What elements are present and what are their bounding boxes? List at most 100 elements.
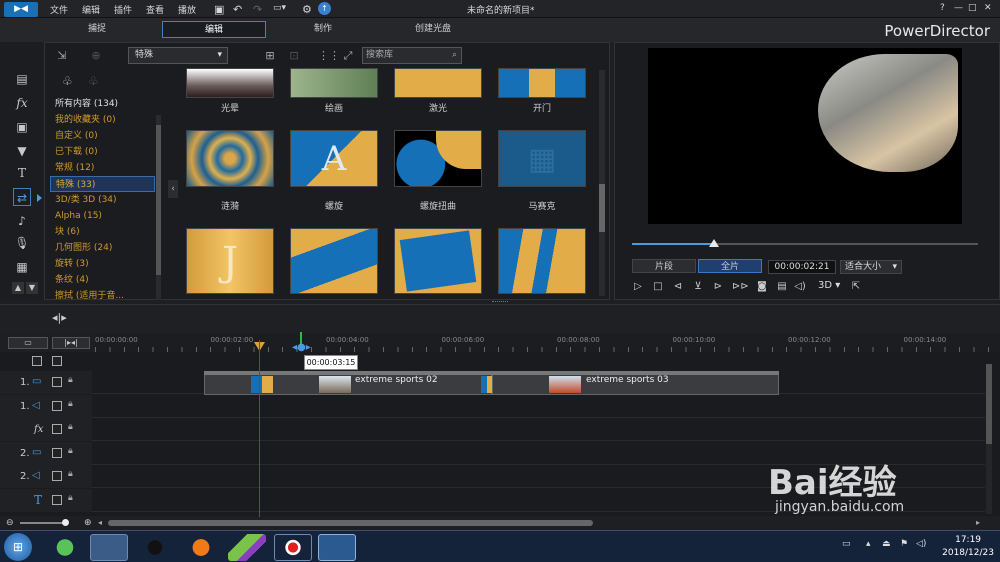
lock-icon[interactable]: 🔒︎ xyxy=(68,422,78,434)
import-icon[interactable]: ⇲ xyxy=(54,48,70,64)
menu-file[interactable]: 文件 xyxy=(50,3,68,16)
clip-mode-button[interactable]: 片段 xyxy=(632,259,696,273)
all-tracks-checkbox-2[interactable] xyxy=(52,356,62,366)
storyboard-button[interactable]: |▸◂| xyxy=(52,337,90,349)
lock-icon[interactable]: 🔒︎ xyxy=(68,399,78,411)
category-item[interactable]: 旋转 (3) xyxy=(50,256,155,272)
volume-icon[interactable]: ◁) xyxy=(794,281,806,293)
category-item[interactable]: 所有内容 (134) xyxy=(50,96,155,112)
upgrade-icon[interactable]: ↑ xyxy=(318,2,331,15)
category-item[interactable]: 条纹 (4) xyxy=(50,272,155,288)
effects-scrollbar[interactable] xyxy=(599,70,605,296)
category-item[interactable]: Alpha (15) xyxy=(50,208,155,224)
maximize-button[interactable]: □ xyxy=(968,3,977,13)
minimize-button[interactable]: — xyxy=(954,3,963,13)
play-icon[interactable]: ▷ xyxy=(632,281,644,293)
menu-plugins[interactable]: 插件 xyxy=(114,3,132,16)
timeline-fit-icon[interactable]: ◂|▸ xyxy=(52,311,67,324)
effect-thumb-painting[interactable] xyxy=(290,68,378,98)
undock-icon[interactable]: ⇱ xyxy=(850,281,862,293)
effect-thumb-door[interactable] xyxy=(498,68,586,98)
chapter-room-icon[interactable]: ▦ xyxy=(13,258,31,276)
qq-icon[interactable] xyxy=(136,534,174,561)
powerdirector-taskbar-icon[interactable] xyxy=(318,534,356,561)
timeline-ruler[interactable]: 00:00:00:00 00:00:02:00 00:00:04:00 00:00:0… xyxy=(95,334,1000,354)
3d-toggle[interactable]: 3D ▾ xyxy=(818,280,840,291)
tab-produce[interactable]: 制作 xyxy=(288,21,358,38)
effect-thumb-laser[interactable] xyxy=(394,68,482,98)
keyboard-icon[interactable]: ▭ xyxy=(842,539,851,549)
pip-room-icon[interactable]: ▣ xyxy=(13,118,31,136)
stop-icon[interactable]: □ xyxy=(652,281,664,293)
app-logo-icon[interactable]: ▶◀ xyxy=(4,2,38,17)
category-scrollbar[interactable] xyxy=(156,115,161,300)
voice-record-icon[interactable]: 🎙 xyxy=(13,234,31,252)
collapse-up-icon[interactable]: ▲ xyxy=(12,282,24,294)
tab-capture[interactable]: 捕捉 xyxy=(62,21,132,38)
track-manager-button[interactable]: ▭ xyxy=(8,337,48,349)
playhead-line[interactable] xyxy=(259,340,260,518)
scroll-left-icon[interactable]: ◂ xyxy=(98,518,102,527)
preview-scrubber-handle[interactable] xyxy=(709,239,719,247)
flag-icon[interactable]: ⚑ xyxy=(900,539,908,549)
start-button-icon[interactable]: ⊞ xyxy=(4,533,32,561)
scroll-right-icon[interactable]: ▸ xyxy=(976,518,980,527)
timeline-track-row[interactable]: 1. ◁ 🔒︎ xyxy=(0,394,985,418)
recorder-icon[interactable] xyxy=(274,534,312,561)
redo-icon[interactable]: ↷ xyxy=(253,3,262,16)
favorite-remove-icon[interactable]: ♧ xyxy=(88,74,99,88)
snapshot-icon[interactable]: ◙ xyxy=(756,281,768,293)
track-enable-checkbox[interactable] xyxy=(52,471,62,481)
effect-thumb-mosaic[interactable]: ▦ xyxy=(498,130,586,187)
close-button[interactable]: ✕ xyxy=(984,3,992,13)
effect-thumb-spiral[interactable]: A xyxy=(290,130,378,187)
collapse-down-icon[interactable]: ▼ xyxy=(26,282,38,294)
clip-transition-icon[interactable] xyxy=(251,376,273,393)
category-item[interactable]: 3D/类 3D (34) xyxy=(50,192,155,208)
firefox-icon[interactable] xyxy=(182,534,220,561)
split-icon[interactable]: ⊻ xyxy=(692,281,704,293)
zoom-slider-handle[interactable] xyxy=(62,519,69,526)
lock-icon[interactable]: 🔒︎ xyxy=(68,375,78,387)
lock-icon[interactable]: 🔒︎ xyxy=(68,493,78,505)
movie-mode-button[interactable]: 全片 xyxy=(698,259,762,273)
effect-thumb-10[interactable]: J xyxy=(186,228,274,294)
lock-icon[interactable]: 🔒︎ xyxy=(68,446,78,458)
media-room-icon[interactable]: ▤ xyxy=(13,70,31,88)
globe-icon[interactable]: ⊕ xyxy=(88,48,104,64)
menu-playback[interactable]: 播放 xyxy=(178,3,196,16)
lock-icon[interactable]: 🔒︎ xyxy=(68,469,78,481)
add-icon[interactable]: ⊡ xyxy=(286,48,302,64)
effect-thumb-glow[interactable] xyxy=(186,68,274,98)
taskbar-clock[interactable]: 17:19 2018/12/23 xyxy=(942,534,994,560)
effect-thumb-12[interactable] xyxy=(394,228,482,294)
speaker-icon[interactable]: ◁) xyxy=(916,539,926,549)
next-frame-icon[interactable]: ⊳ xyxy=(712,281,724,293)
hscroll-thumb[interactable] xyxy=(108,520,593,526)
usb-icon[interactable]: ⏏ xyxy=(882,539,891,549)
tab-edit[interactable]: 编辑 xyxy=(162,21,266,38)
fit-dropdown[interactable]: 适合大小 ▾ xyxy=(840,260,902,274)
effect-thumb-11[interactable] xyxy=(290,228,378,294)
favorite-add-icon[interactable]: ♧ xyxy=(62,74,73,88)
category-item[interactable]: 块 (6) xyxy=(50,224,155,240)
track-enable-checkbox[interactable] xyxy=(52,447,62,458)
effect-thumb-13[interactable] xyxy=(498,228,586,294)
fast-forward-icon[interactable]: ⊳⊳ xyxy=(732,281,749,293)
category-dropdown[interactable]: 特殊 ▾ xyxy=(128,47,228,64)
timecode-display[interactable]: 00:00:02:21 xyxy=(768,260,836,274)
title-room-icon[interactable]: T xyxy=(13,164,31,182)
help-button[interactable]: ? xyxy=(940,3,945,13)
track-enable-checkbox[interactable] xyxy=(52,400,62,411)
undo-icon[interactable]: ↶ xyxy=(233,3,242,16)
search-icon[interactable]: ⌕ xyxy=(452,48,457,63)
zoom-in-icon[interactable]: ⊕ xyxy=(84,518,92,528)
save-icon[interactable]: ▣ xyxy=(214,3,224,16)
panel-resize-handle[interactable] xyxy=(492,301,508,303)
collapse-panel-icon[interactable]: ‹ xyxy=(168,180,178,198)
tab-create-disc[interactable]: 创建光盘 xyxy=(398,21,468,38)
particle-room-icon[interactable]: ▼ xyxy=(13,142,31,160)
file-explorer-icon[interactable] xyxy=(90,534,128,561)
grid-view-icon[interactable]: ⋮⋮ xyxy=(318,48,340,64)
settings-icon[interactable]: ⚙ xyxy=(302,3,312,16)
